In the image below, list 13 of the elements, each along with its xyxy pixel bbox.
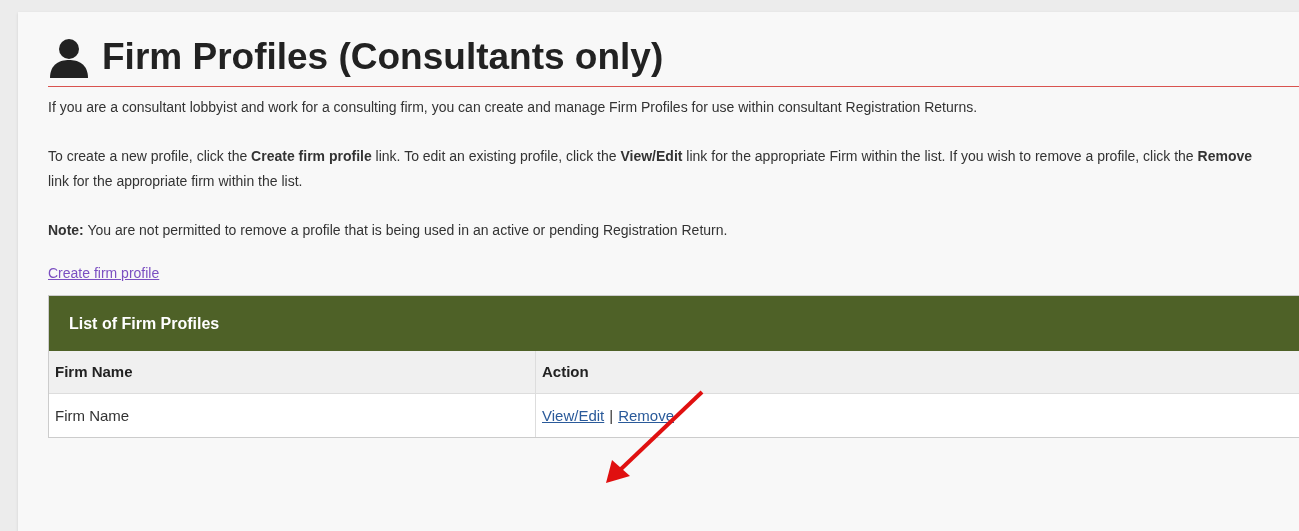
view-edit-link[interactable]: View/Edit xyxy=(542,404,605,427)
paragraph: If you are a consultant lobbyist and work for a consulting firm, you can create and manage Firm Profiles for use within consultant Registration Returns. xyxy=(48,98,979,118)
page-title: Firm Profiles (Consultants only) xyxy=(102,35,664,79)
create-profile-link[interactable]: Create firm profile xyxy=(48,263,160,285)
separator-text: | xyxy=(609,405,614,426)
column-header: Action xyxy=(541,362,590,382)
paragraph: To create a new profile, click the Create firm profile link. To edit an existing profile, click the View/Edit link for the appropriate Firm within the list. If you wish to remove a profile, click the Remove link for the appropriate firm within the list. xyxy=(48,147,1254,192)
table-header-bar: List of Firm Profiles xyxy=(49,296,1299,352)
paragraph: Note: You are not permitted to remove a profile that is being used in an active or pending Registration Return. xyxy=(48,221,729,241)
remove-link[interactable]: Remove xyxy=(618,404,675,427)
table-cell: Firm Name xyxy=(49,394,536,438)
column-header: Firm Name xyxy=(49,351,536,394)
user-icon xyxy=(48,36,90,79)
